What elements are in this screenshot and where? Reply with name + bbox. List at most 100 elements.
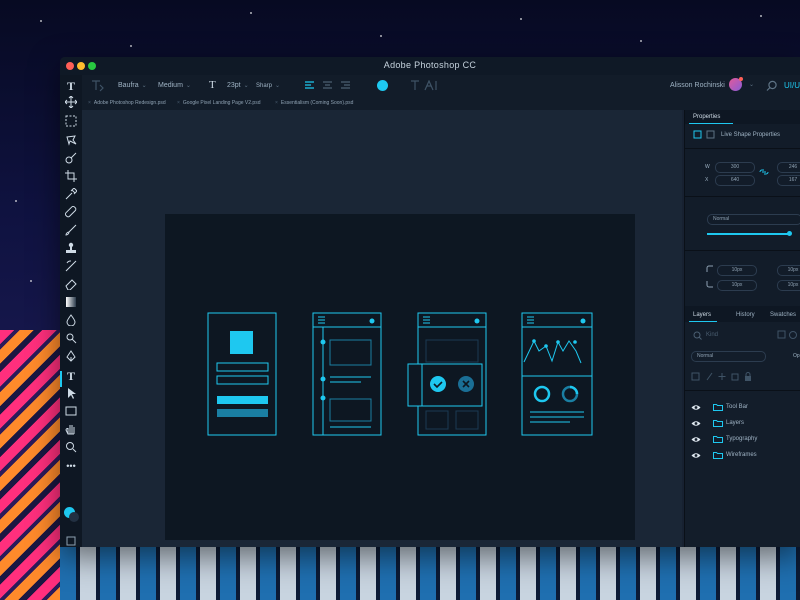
- active-tab-indicator: [689, 123, 733, 124]
- dodge-tool-icon[interactable]: [63, 332, 79, 348]
- eye-icon[interactable]: [691, 436, 701, 443]
- text-warp-icon[interactable]: [411, 80, 419, 90]
- eye-icon[interactable]: [691, 420, 701, 427]
- marquee-tool-icon[interactable]: [63, 115, 79, 131]
- font-size-icon: T: [209, 79, 216, 91]
- lock-artboard-icon[interactable]: [731, 373, 739, 381]
- active-tool-indicator: [60, 371, 62, 387]
- doc-tab[interactable]: × Adobe Photoshop Redesign.psd: [88, 100, 166, 106]
- text-color-swatch[interactable]: [377, 80, 388, 91]
- folder-icon: [713, 452, 723, 459]
- folder-icon: [713, 420, 723, 427]
- pen-tool-icon[interactable]: [63, 350, 79, 366]
- eye-icon[interactable]: [691, 404, 701, 411]
- layer-filter-input[interactable]: Kind: [706, 332, 718, 338]
- x-field[interactable]: 640: [715, 175, 755, 186]
- options-bar: Baufra ⌄ Medium ⌄ T 23pt ⌄ Sharp ⌄ Alisson R…: [82, 75, 800, 97]
- lock-icon[interactable]: [745, 372, 751, 382]
- quick-select-icon[interactable]: [63, 152, 79, 168]
- x-label: X: [705, 177, 709, 183]
- photoshop-window: Adobe Photoshop CC Baufra ⌄ Medium ⌄ T 23p…: [60, 57, 800, 547]
- workspace: [82, 110, 682, 547]
- tab-layers[interactable]: Layers: [693, 312, 711, 318]
- hand-tool-icon[interactable]: [63, 423, 79, 439]
- chevron-down-icon[interactable]: ⌄: [749, 81, 754, 88]
- align-left-icon[interactable]: [305, 81, 314, 89]
- brush-tool-icon[interactable]: [63, 224, 79, 240]
- layer-row[interactable]: Typography: [685, 433, 800, 447]
- link-icon[interactable]: [759, 168, 769, 176]
- close-icon[interactable]: ×: [177, 100, 180, 106]
- opacity-slider[interactable]: [707, 233, 789, 235]
- blend-mode-dropdown[interactable]: Normal: [707, 214, 800, 225]
- tab-swatches[interactable]: Swatches: [770, 312, 796, 318]
- path-select-icon[interactable]: [63, 387, 79, 403]
- font-family-dropdown[interactable]: Baufra ⌄: [118, 82, 147, 89]
- wireframe-artwork: [207, 312, 593, 436]
- font-size-dropdown[interactable]: 23pt ⌄: [227, 82, 249, 89]
- close-icon[interactable]: ×: [275, 100, 278, 106]
- lock-position-icon[interactable]: [718, 373, 726, 380]
- corner-radius-br[interactable]: 10px: [777, 280, 800, 291]
- character-panel-icon[interactable]: [424, 80, 437, 91]
- eyedropper-icon[interactable]: [63, 187, 79, 204]
- properties-header: Properties: [685, 110, 800, 124]
- mask-icon[interactable]: [706, 130, 715, 139]
- doc-tab[interactable]: × Google Pixel Landing Page V2.psd: [177, 100, 260, 106]
- shape-properties-icons: [693, 130, 715, 139]
- window-title: Adobe Photoshop CC: [383, 60, 477, 70]
- text-warp-icon[interactable]: [90, 79, 104, 93]
- zoom-tool-icon[interactable]: [63, 441, 79, 457]
- corner-radius-tr[interactable]: 10px: [777, 265, 800, 276]
- type-tool-icon[interactable]: T: [63, 78, 79, 94]
- layer-name: Tool Bar: [726, 404, 749, 410]
- folder-icon: [713, 436, 723, 443]
- rectangle-tool-icon[interactable]: [63, 405, 79, 421]
- height-field[interactable]: 246: [777, 162, 800, 173]
- search-icon[interactable]: [766, 80, 778, 92]
- image-filter-icon[interactable]: [777, 330, 786, 339]
- layer-row[interactable]: Layers: [685, 417, 800, 431]
- close-icon[interactable]: ×: [88, 100, 91, 106]
- healing-brush-icon[interactable]: [63, 205, 79, 222]
- crop-tool-icon[interactable]: [63, 170, 79, 186]
- background-color-swatch[interactable]: [69, 512, 79, 522]
- transform-icon[interactable]: [693, 130, 702, 139]
- live-shape-properties-title: Live Shape Properties: [721, 132, 781, 138]
- doc-tab[interactable]: × Essentialism (Coming Soon).psd: [275, 100, 353, 106]
- align-right-icon[interactable]: [341, 81, 350, 89]
- align-center-icon[interactable]: [323, 81, 332, 89]
- antialias-dropdown[interactable]: Sharp ⌄: [256, 82, 280, 89]
- lock-pixels-icon[interactable]: [706, 372, 713, 381]
- corner-radius-bl[interactable]: 10px: [717, 280, 757, 291]
- lasso-tool-icon[interactable]: [63, 134, 79, 150]
- tab-history[interactable]: History: [736, 312, 755, 318]
- width-field[interactable]: 300: [715, 162, 755, 173]
- opacity-slider-handle[interactable]: [787, 231, 792, 236]
- notification-dot: [739, 77, 743, 81]
- lock-transparency-icon[interactable]: [691, 372, 700, 381]
- workspace-label[interactable]: UI/U: [784, 81, 800, 90]
- font-weight-dropdown[interactable]: Medium ⌄: [158, 82, 191, 89]
- layers-panel: Layers History Swatches Kind Normal Op T…: [685, 306, 800, 547]
- gradient-tool-icon[interactable]: [63, 296, 79, 312]
- move-tool-icon[interactable]: [63, 95, 79, 112]
- y-field[interactable]: 167: [777, 175, 800, 186]
- eye-icon[interactable]: [691, 452, 701, 459]
- document-canvas[interactable]: [165, 214, 635, 540]
- eraser-icon[interactable]: [63, 278, 79, 294]
- tab-properties[interactable]: Properties: [693, 114, 720, 120]
- quick-mask-icon[interactable]: [63, 535, 79, 547]
- more-tools-icon[interactable]: •••: [63, 458, 79, 474]
- adjust-filter-icon[interactable]: [789, 331, 797, 339]
- history-brush-icon[interactable]: [63, 260, 79, 276]
- search-icon: [693, 331, 702, 340]
- clone-stamp-icon[interactable]: [63, 242, 79, 258]
- lock-icons: [691, 372, 751, 382]
- blur-tool-icon[interactable]: [63, 314, 79, 330]
- type-tool-active-icon[interactable]: T: [63, 368, 79, 384]
- corner-radius-tl[interactable]: 10px: [717, 265, 757, 276]
- layer-row[interactable]: Wireframes: [685, 449, 800, 463]
- layer-blend-dropdown[interactable]: Normal: [691, 351, 766, 362]
- layer-row[interactable]: Tool Bar: [685, 401, 800, 415]
